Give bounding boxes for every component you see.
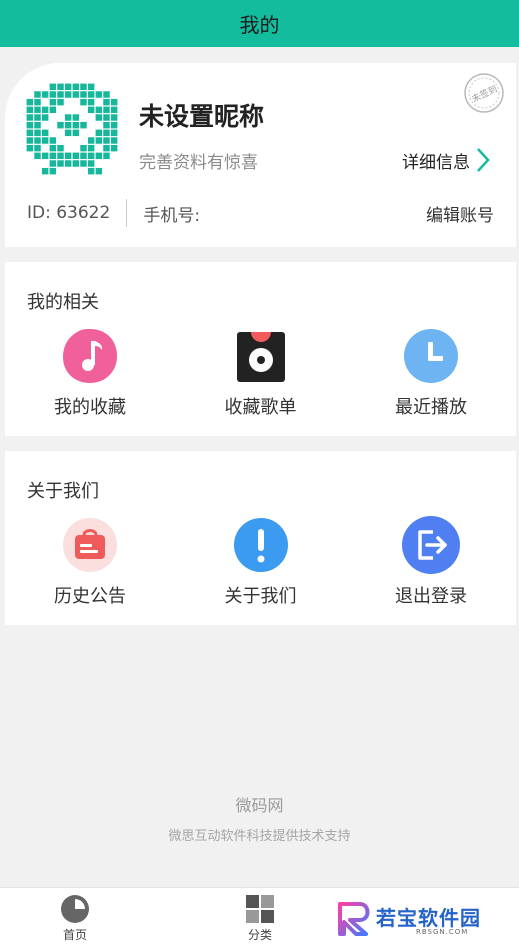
watermark-text: 若宝软件园 xyxy=(376,906,481,930)
logout-icon xyxy=(402,516,460,574)
recent-plays-button[interactable]: 最近播放 xyxy=(346,326,516,419)
chevron-right-icon xyxy=(477,148,490,172)
about-title: 关于我们 xyxy=(27,481,99,502)
category-grid-icon xyxy=(246,895,274,923)
tab-home[interactable]: 首页 xyxy=(35,894,115,943)
my-favorites-button[interactable]: 我的收藏 xyxy=(5,326,175,419)
profile-card: 未设置昵称 完善资料有惊喜 详细信息 未签到 ID: 63622 手机号: 编辑… xyxy=(5,63,516,247)
footer-brand: 微码网 xyxy=(235,796,284,815)
sign-in-stamp-icon[interactable]: 未签到 xyxy=(462,71,506,115)
about-us-button[interactable]: 关于我们 xyxy=(175,515,346,608)
page-title: 我的 xyxy=(239,13,280,37)
clock-icon xyxy=(404,329,458,383)
footer-support: 微思互动软件科技提供技术支持 xyxy=(168,829,351,844)
about-section: 关于我们 历史公告 关于我们 退出登录 xyxy=(5,451,516,625)
profile-subtitle: 完善资料有惊喜 xyxy=(139,153,258,173)
account-row: ID: 63622 手机号: 编辑账号 xyxy=(27,199,494,227)
logout-button[interactable]: 退出登录 xyxy=(346,515,516,608)
tab-category-label: 分类 xyxy=(247,928,272,942)
related-title: 我的相关 xyxy=(27,292,99,313)
tab-home-label: 首页 xyxy=(62,928,87,942)
about-us-label: 关于我们 xyxy=(224,586,297,607)
watermark-logo: 若宝软件园 RBSGN.COM xyxy=(336,900,506,940)
music-note-icon xyxy=(63,329,117,383)
phone-label: 手机号: xyxy=(143,205,201,226)
user-id: ID: 63622 xyxy=(27,203,111,223)
notice-bag-icon xyxy=(63,518,117,572)
history-notice-label: 历史公告 xyxy=(54,586,126,607)
favorite-playlists-button[interactable]: 收藏歌单 xyxy=(175,326,346,419)
related-section: 我的相关 我的收藏 收藏歌单 最近播放 xyxy=(5,262,516,436)
record-box-icon xyxy=(236,332,285,382)
edit-account-button[interactable]: 编辑账号 xyxy=(426,201,494,226)
watermark-r-icon xyxy=(338,902,370,936)
stamp-text: 未签到 xyxy=(470,83,500,105)
exclamation-icon xyxy=(233,518,288,572)
recent-plays-label: 最近播放 xyxy=(395,397,467,418)
nickname[interactable]: 未设置昵称 xyxy=(139,97,264,133)
watermark-sub: RBSGN.COM xyxy=(416,928,469,936)
top-bar: 我的 xyxy=(0,0,519,47)
home-pie-icon xyxy=(61,895,89,923)
favorite-playlists-label: 收藏歌单 xyxy=(224,397,297,418)
my-favorites-label: 我的收藏 xyxy=(54,397,126,418)
divider xyxy=(126,199,128,227)
history-notice-button[interactable]: 历史公告 xyxy=(5,515,175,608)
detail-info-label: 详细信息 xyxy=(402,152,470,173)
logout-label: 退出登录 xyxy=(395,586,467,607)
tab-category[interactable]: 分类 xyxy=(220,894,300,943)
avatar[interactable] xyxy=(26,83,118,175)
detail-info-link[interactable]: 详细信息 xyxy=(402,147,490,173)
